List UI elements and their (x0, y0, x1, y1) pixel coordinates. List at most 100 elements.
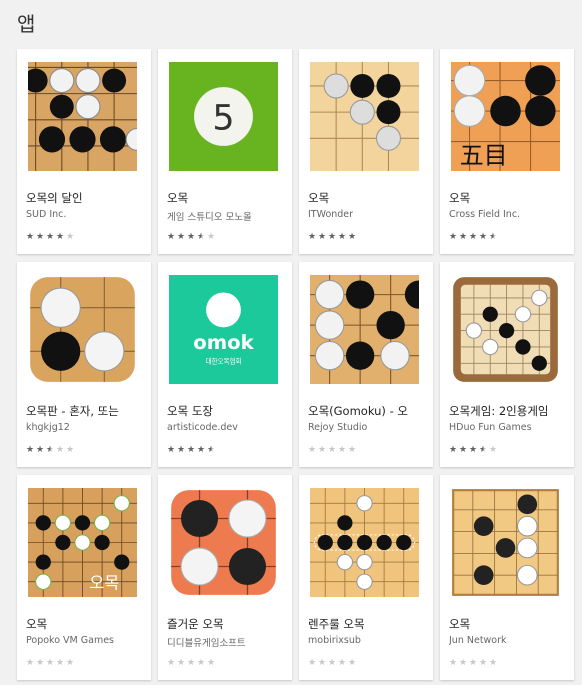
app-title[interactable]: 오목 (449, 190, 567, 206)
app-developer[interactable]: khgkjg12 (26, 422, 144, 433)
star-icon: ★ (197, 232, 206, 242)
star-icon: ★ (26, 232, 35, 242)
app-title[interactable]: 오목(Gomoku) - 오 (308, 403, 426, 419)
star-icon: ★ (66, 658, 75, 668)
star-icon: ★ (177, 658, 186, 668)
app-icon-gomoku-board (28, 62, 137, 171)
star-icon: ★ (479, 232, 488, 242)
app-card[interactable]: 오목 ITWonder ★ ★ ★ ★ ★ (299, 49, 433, 254)
star-icon: ★ (26, 658, 35, 668)
app-developer[interactable]: artisticode.dev (167, 422, 285, 433)
app-developer[interactable]: 게임 스튜디오 모노올 (167, 209, 285, 223)
rating-stars: ★ ★ ★ ★ ★ (167, 659, 216, 669)
rating-stars: ★ ★ ★ ★ ★ (449, 659, 498, 669)
app-title[interactable]: 렌주룰 오목 (308, 616, 426, 632)
app-developer[interactable]: HDuo Fun Games (449, 422, 567, 433)
star-icon: ★ (449, 658, 458, 668)
rating-stars: ★ ★ ★ ★ ★ (308, 446, 357, 456)
app-title[interactable]: 오목 (308, 190, 426, 206)
star-icon: ★ (46, 658, 55, 668)
app-card[interactable]: omok 대한오목협회 오목 도장 artisticode.dev ★ ★ ★ ★ ★ (158, 262, 292, 467)
star-icon: ★ (338, 232, 347, 242)
star-icon: ★ (207, 445, 216, 455)
star-icon: ★ (177, 232, 186, 242)
app-developer[interactable]: ITWonder (308, 209, 426, 220)
star-icon: ★ (479, 445, 488, 455)
app-icon-gomoku-board (310, 275, 419, 384)
star-icon: ★ (489, 445, 498, 455)
star-icon: ★ (308, 445, 317, 455)
section-title: 앱 (17, 12, 36, 36)
star-icon: ★ (459, 445, 468, 455)
app-developer[interactable]: mobirixsub (308, 635, 426, 646)
app-card[interactable]: 오목 오목 Popoko VM Games ★ ★ ★ ★ ★ (17, 475, 151, 680)
app-icon-gomoku-board (451, 275, 560, 384)
app-developer[interactable]: Popoko VM Games (26, 635, 144, 646)
star-icon: ★ (308, 232, 317, 242)
app-card[interactable]: 오목판 - 혼자, 또는 khgkjg12 ★ ★ ★ ★ ★ (17, 262, 151, 467)
star-icon: ★ (66, 232, 75, 242)
star-icon: ★ (167, 232, 176, 242)
star-icon: ★ (56, 658, 65, 668)
app-developer[interactable]: Rejoy Studio (308, 422, 426, 433)
app-developer[interactable]: SUD Inc. (26, 209, 144, 220)
star-icon: ★ (459, 232, 468, 242)
app-search-results: 앱 오목의 달인 SUD Inc. ★ ★ ★ ★ ★ 5 오목 게임 스튜디오… (0, 0, 582, 685)
app-card[interactable]: 五目 오목 Cross Field Inc. ★ ★ ★ ★ ★ (440, 49, 574, 254)
app-title[interactable]: 오목판 - 혼자, 또는 (26, 403, 144, 419)
star-icon: ★ (56, 232, 65, 242)
star-icon: ★ (177, 445, 186, 455)
app-card[interactable]: 5 오목 게임 스튜디오 모노올 ★ ★ ★ ★ ★ (158, 49, 292, 254)
app-developer[interactable]: 디디블유게임소프트 (167, 635, 285, 649)
app-developer[interactable]: Cross Field Inc. (449, 209, 567, 220)
star-icon: ★ (489, 658, 498, 668)
icon-kanji-label: 五目 (460, 141, 508, 169)
app-title[interactable]: 오목게임: 2인용게임 (449, 403, 567, 419)
app-icon-gomoku-board: 오목 (28, 488, 137, 597)
app-title[interactable]: 오목 (449, 616, 567, 632)
app-icon-gomoku-kanji: 五目 (451, 62, 560, 171)
app-title[interactable]: 즐거운 오목 (167, 616, 285, 632)
icon-omok-label: 오목 (89, 573, 119, 592)
star-icon: ★ (348, 445, 357, 455)
star-icon: ★ (187, 445, 196, 455)
star-icon: ★ (479, 658, 488, 668)
star-icon: ★ (207, 658, 216, 668)
app-title[interactable]: 오목 도장 (167, 403, 285, 419)
app-card[interactable]: 즐거운 오목 디디블유게임소프트 ★ ★ ★ ★ ★ (158, 475, 292, 680)
star-icon: ★ (318, 445, 327, 455)
app-card[interactable]: 오목게임: 2인용게임 HDuo Fun Games ★ ★ ★ ★ ★ (440, 262, 574, 467)
star-icon: ★ (318, 658, 327, 668)
app-icon-orange-stones (169, 488, 278, 597)
svg-text:5: 5 (212, 99, 234, 139)
app-card[interactable]: 렌주룰 오목 mobirixsub ★ ★ ★ ★ ★ (299, 475, 433, 680)
star-icon: ★ (26, 445, 35, 455)
app-title[interactable]: 오목 (167, 190, 285, 206)
app-icon-gomoku-board (310, 62, 419, 171)
app-icon-green-five: 5 (169, 62, 278, 171)
rating-stars: ★ ★ ★ ★ ★ (308, 659, 357, 669)
star-icon: ★ (449, 232, 458, 242)
star-icon: ★ (167, 658, 176, 668)
star-icon: ★ (338, 658, 347, 668)
star-icon: ★ (469, 445, 478, 455)
star-icon: ★ (36, 658, 45, 668)
app-developer[interactable]: Jun Network (449, 635, 567, 646)
star-icon: ★ (46, 232, 55, 242)
app-card[interactable]: 오목의 달인 SUD Inc. ★ ★ ★ ★ ★ (17, 49, 151, 254)
star-icon: ★ (328, 658, 337, 668)
app-title[interactable]: 오목의 달인 (26, 190, 144, 206)
app-card[interactable]: 오목(Gomoku) - 오 Rejoy Studio ★ ★ ★ ★ ★ (299, 262, 433, 467)
icon-omok-subtext: 대한오목협회 (205, 356, 241, 365)
star-icon: ★ (328, 445, 337, 455)
star-icon: ★ (46, 445, 55, 455)
star-icon: ★ (489, 232, 498, 242)
star-icon: ★ (338, 445, 347, 455)
star-icon: ★ (459, 658, 468, 668)
app-card[interactable]: 오목 Jun Network ★ ★ ★ ★ ★ (440, 475, 574, 680)
rating-stars: ★ ★ ★ ★ ★ (308, 233, 357, 243)
star-icon: ★ (449, 445, 458, 455)
app-icon-gomoku-board (28, 275, 137, 384)
app-title[interactable]: 오목 (26, 616, 144, 632)
rating-stars: ★ ★ ★ ★ ★ (26, 659, 75, 669)
